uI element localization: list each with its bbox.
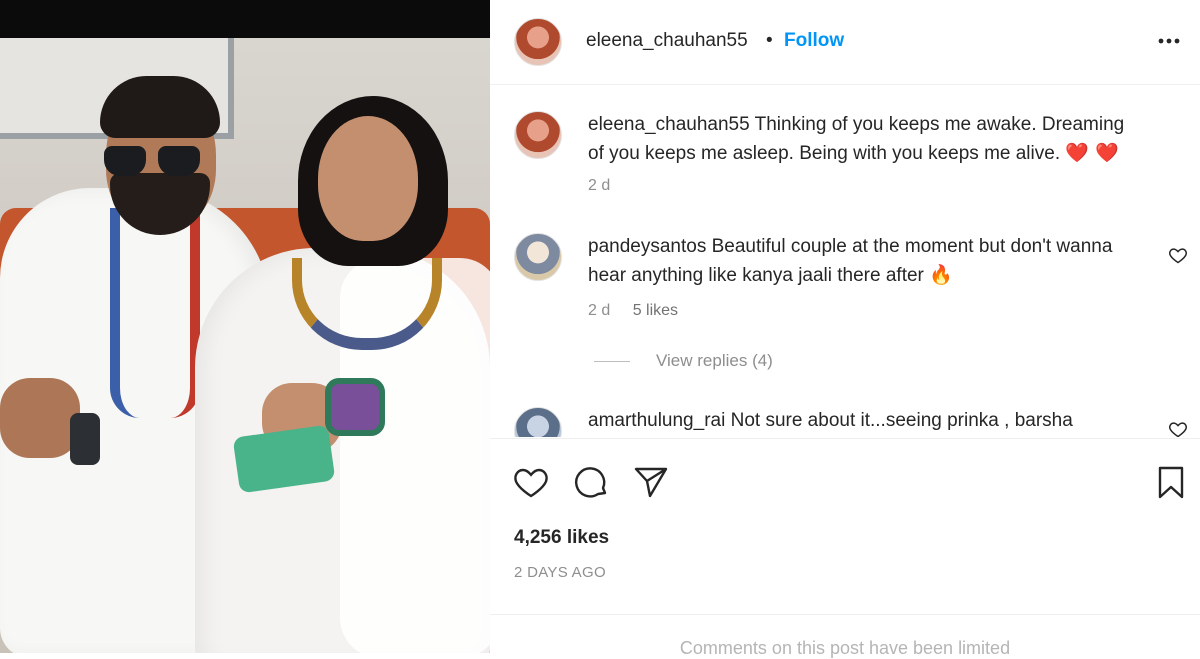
sleeve-trim [325, 378, 385, 436]
follow-button[interactable]: Follow [784, 30, 844, 52]
kurta-trim [110, 208, 200, 418]
more-horizontal-icon[interactable] [1156, 28, 1182, 54]
view-replies[interactable]: View replies (4) [594, 351, 773, 371]
caption-username[interactable]: eleena_chauhan55 [588, 114, 750, 135]
comment-like-icon[interactable] [1168, 419, 1188, 437]
likes-count[interactable]: 4,256 likes [514, 527, 609, 549]
post-header: eleena_chauhan55 • Follow [490, 0, 1200, 85]
commenter-avatar[interactable] [514, 407, 562, 437]
author-username[interactable]: eleena_chauhan55 [586, 30, 748, 52]
bookmark-icon[interactable] [1152, 463, 1190, 501]
comments-section[interactable]: eleena_chauhan55 Thinking of you keeps m… [490, 85, 1200, 437]
heart-emoji: ❤️ ❤️ [1065, 142, 1119, 164]
comment-username[interactable]: pandeysantos [588, 236, 706, 257]
heart-icon[interactable] [512, 463, 550, 501]
wristwatch [70, 413, 100, 465]
post-photo[interactable] [0, 0, 490, 653]
caption-avatar[interactable] [514, 111, 562, 159]
man-hair [100, 76, 220, 138]
photo-scene [0, 38, 490, 653]
separator-dot: • [766, 30, 773, 51]
man-hands [0, 378, 80, 458]
post-timestamp: 2 DAYS AGO [514, 564, 606, 581]
post-actions: 4,256 likes 2 DAYS AGO [490, 438, 1200, 615]
comments-limited-notice: Comments on this post have been limited [679, 638, 1011, 658]
comment-like-icon[interactable] [1168, 245, 1188, 265]
caption-meta: 2 d [588, 177, 628, 195]
comment-likes[interactable]: 5 likes [633, 302, 678, 319]
caption-text: eleena_chauhan55 Thinking of you keeps m… [588, 111, 1128, 168]
fire-emoji: 🔥 [929, 264, 953, 286]
comment-meta: 2 d 5 likes [588, 302, 696, 320]
comment-text: amarthulung_rai Not sure about it...seei… [588, 407, 1128, 435]
sunglasses [104, 146, 202, 180]
commenter-avatar[interactable] [514, 233, 562, 281]
comment-age: 2 d [588, 302, 611, 319]
comment-text: pandeysantos Beautiful couple at the mom… [588, 233, 1128, 290]
woman-face [318, 116, 418, 241]
comment-body: Not sure about it...seeing prinka , bars… [730, 410, 1073, 431]
paper-plane-icon[interactable] [632, 463, 670, 501]
view-replies-label[interactable]: View replies (4) [656, 351, 773, 371]
caption-age: 2 d [588, 177, 611, 194]
replies-divider [594, 360, 630, 362]
comment-bubble-icon[interactable] [572, 463, 610, 501]
comment-username[interactable]: amarthulung_rai [588, 410, 725, 431]
author-avatar[interactable] [514, 18, 562, 66]
